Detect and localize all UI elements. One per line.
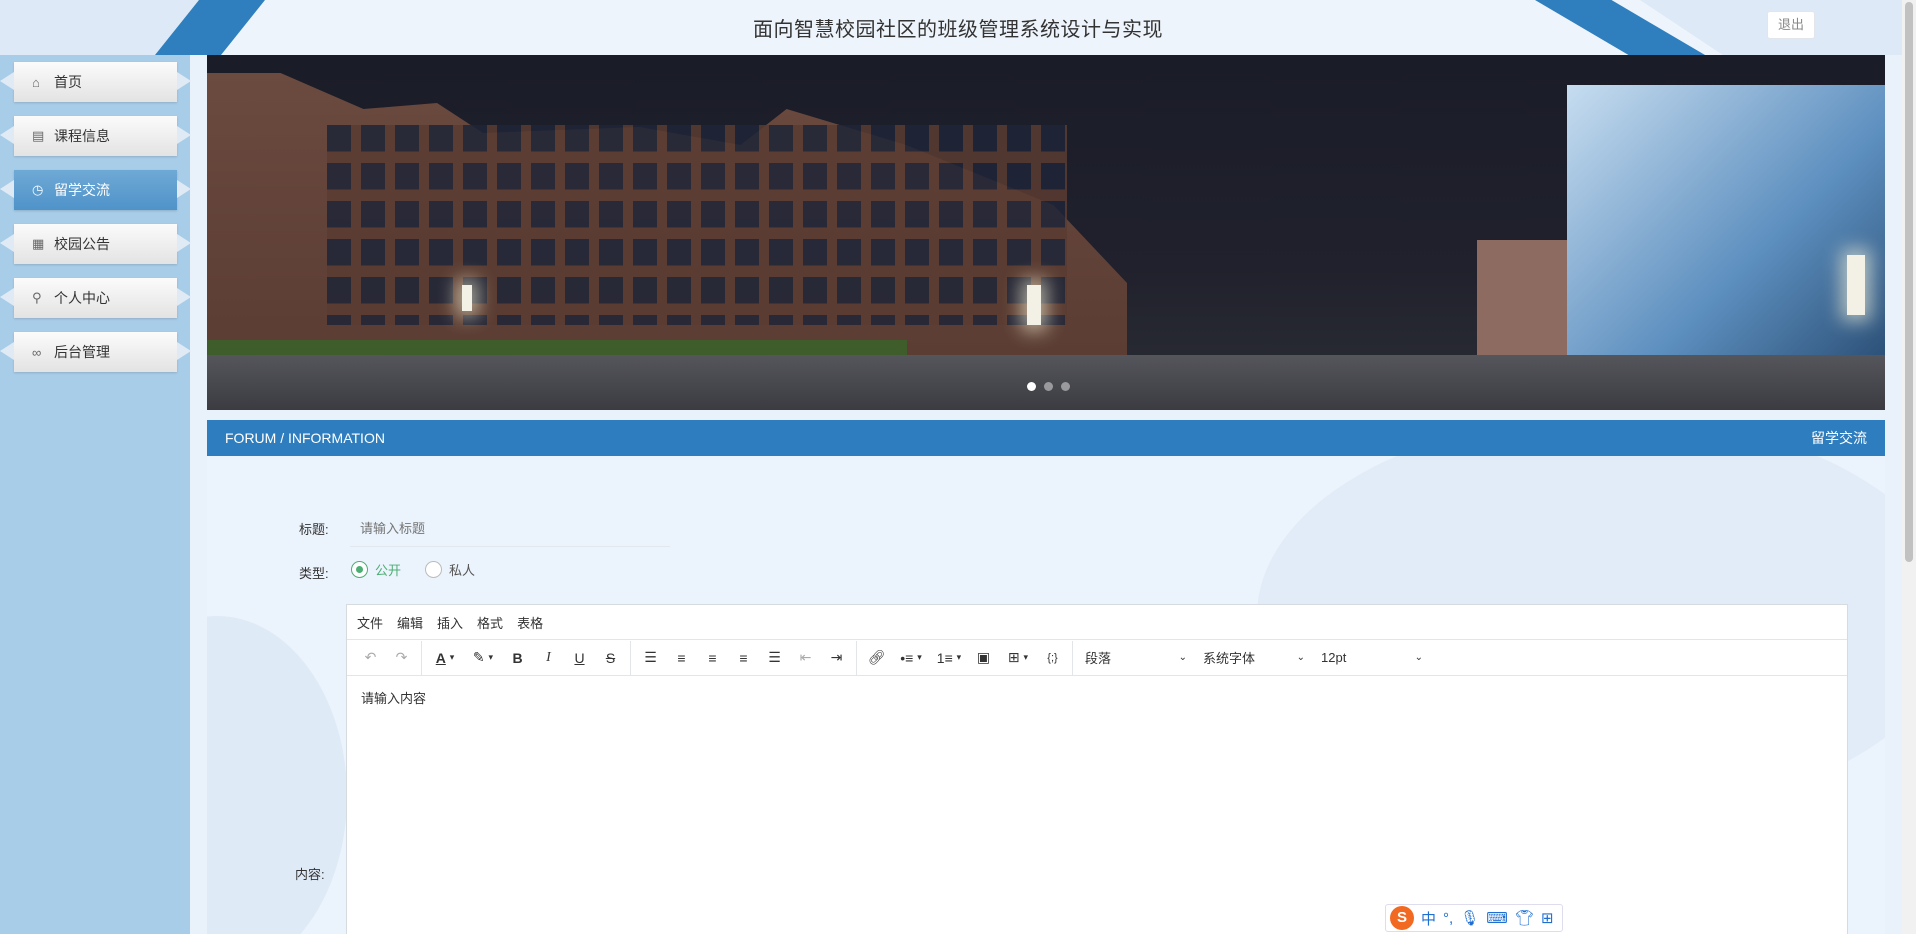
editor-content-area[interactable]: 请输入内容	[347, 676, 1847, 719]
carousel-dot[interactable]	[1061, 382, 1070, 391]
carousel-dot[interactable]	[1044, 382, 1053, 391]
code-icon[interactable]: {;}	[1037, 644, 1068, 672]
clock-icon: ◷	[32, 182, 44, 197]
editor-content-text: 请输入内容	[361, 691, 427, 706]
type-label: 类型:	[299, 566, 329, 581]
text-color-icon[interactable]: A ▾	[426, 644, 464, 672]
section-breadcrumb: 留学交流	[1811, 430, 1867, 446]
type-radio-public[interactable]: 公开	[351, 560, 401, 579]
keyboard-icon[interactable]: ⌨	[1486, 909, 1508, 927]
title-label: 标题:	[299, 522, 329, 537]
link-icon[interactable]: 🔗︎	[861, 644, 892, 672]
align-right-icon[interactable]: ≡	[728, 644, 759, 672]
rich-text-editor: 文件 编辑 插入 格式 表格 ↶ ↷ A ▾ ✎ ▾ B I U S ☰ ≡ ≡…	[346, 604, 1848, 934]
radio-icon	[351, 561, 368, 578]
user-icon: ⚲	[32, 290, 42, 305]
highlight-color-icon[interactable]: ✎ ▾	[464, 644, 502, 672]
ime-toolbar[interactable]: S 中 °, 🎙︎ ⌨ 👕︎ ⊞	[1385, 904, 1563, 932]
sidebar-item-courses[interactable]: ▤ 课程信息	[0, 112, 191, 156]
align-justify-icon[interactable]: ☰	[759, 644, 790, 672]
carousel-dot[interactable]	[1027, 382, 1036, 391]
punctuation-icon[interactable]: °,	[1443, 910, 1453, 927]
chevron-down-icon: ⌄	[1414, 652, 1423, 663]
sidebar-item-label: 留学交流	[54, 182, 110, 198]
sidebar-item-exchange[interactable]: ◷ 留学交流	[0, 166, 191, 210]
sidebar-item-label: 后台管理	[54, 344, 110, 360]
menu-file[interactable]: 文件	[357, 613, 383, 632]
table-icon[interactable]: ⊞ ▾	[999, 644, 1037, 672]
link-icon: ∞	[32, 344, 42, 360]
top-header: 面向智慧校园社区的班级管理系统设计与实现 退出	[0, 0, 1916, 55]
align-center-icon[interactable]: ≡	[697, 644, 728, 672]
sogou-logo-icon: S	[1390, 906, 1414, 930]
strikethrough-icon[interactable]: S	[595, 644, 626, 672]
menu-insert[interactable]: 插入	[437, 613, 463, 632]
sidebar-item-label: 个人中心	[54, 290, 110, 306]
underline-icon[interactable]: U	[564, 644, 595, 672]
sidebar-item-label: 课程信息	[54, 128, 110, 144]
sidebar: ⌂ 首页 ▤ 课程信息 ◷ 留学交流 ▦ 校园公告 ⚲ 个人中心 ∞ 后台管理	[0, 55, 191, 934]
document-icon: ▤	[32, 128, 45, 143]
section-title: FORUM / INFORMATION	[225, 430, 385, 446]
site-title: 面向智慧校园社区的班级管理系统设计与实现	[753, 19, 1163, 41]
editor-menubar: 文件 编辑 插入 格式 表格	[347, 605, 1847, 640]
font-size-select[interactable]: 12pt ⌄	[1313, 644, 1431, 672]
toolbox-icon[interactable]: ⊞	[1541, 909, 1554, 927]
line-spacing-icon[interactable]: ☰	[635, 644, 666, 672]
logout-button[interactable]: 退出	[1767, 11, 1815, 39]
radio-icon	[425, 561, 442, 578]
sidebar-item-label: 校园公告	[54, 236, 110, 252]
chevron-down-icon: ⌄	[1296, 652, 1305, 663]
sidebar-item-home[interactable]: ⌂ 首页	[0, 58, 191, 102]
title-input[interactable]	[350, 511, 670, 547]
bold-icon[interactable]: B	[502, 644, 533, 672]
italic-icon[interactable]: I	[533, 644, 564, 672]
carousel-indicators	[1027, 382, 1070, 391]
block-format-select[interactable]: 段落 ⌄	[1077, 644, 1195, 672]
ime-mode-indicator[interactable]: 中	[1421, 908, 1436, 929]
undo-icon[interactable]: ↶	[355, 644, 386, 672]
campus-banner-carousel[interactable]	[207, 55, 1885, 410]
indent-icon[interactable]: ⇥	[821, 644, 852, 672]
microphone-icon[interactable]: 🎙︎	[1460, 909, 1479, 927]
notice-icon: ▦	[32, 236, 45, 251]
sidebar-item-notices[interactable]: ▦ 校园公告	[0, 220, 191, 264]
post-form: 标题: 类型: 公开 私人 内容: 文件 编辑 插入 格式 表格 ↶ ↷ A ▾…	[207, 456, 1885, 934]
numbered-list-icon[interactable]: 1≡ ▾	[930, 644, 968, 672]
page-scrollbar[interactable]	[1902, 0, 1916, 934]
content-label: 内容:	[295, 867, 325, 882]
bullet-list-icon[interactable]: •≡ ▾	[892, 644, 930, 672]
sidebar-item-label: 首页	[54, 74, 82, 90]
editor-toolbar: ↶ ↷ A ▾ ✎ ▾ B I U S ☰ ≡ ≡ ≡ ☰ ⇤ ⇥ 🔗︎ •≡ …	[347, 640, 1847, 676]
menu-table[interactable]: 表格	[517, 613, 543, 632]
chevron-down-icon: ⌄	[1178, 652, 1187, 663]
menu-edit[interactable]: 编辑	[397, 613, 423, 632]
align-left-icon[interactable]: ≡	[666, 644, 697, 672]
redo-icon[interactable]: ↷	[386, 644, 417, 672]
type-radio-private[interactable]: 私人	[425, 560, 475, 579]
outdent-icon[interactable]: ⇤	[790, 644, 821, 672]
sidebar-item-profile[interactable]: ⚲ 个人中心	[0, 274, 191, 318]
sidebar-item-admin[interactable]: ∞ 后台管理	[0, 328, 191, 372]
font-family-select[interactable]: 系统字体 ⌄	[1195, 644, 1313, 672]
section-header: FORUM / INFORMATION 留学交流	[207, 420, 1885, 456]
image-icon[interactable]: ▣	[968, 644, 999, 672]
skin-icon[interactable]: 👕︎	[1515, 909, 1534, 927]
menu-format[interactable]: 格式	[477, 613, 503, 632]
home-icon: ⌂	[32, 74, 40, 90]
